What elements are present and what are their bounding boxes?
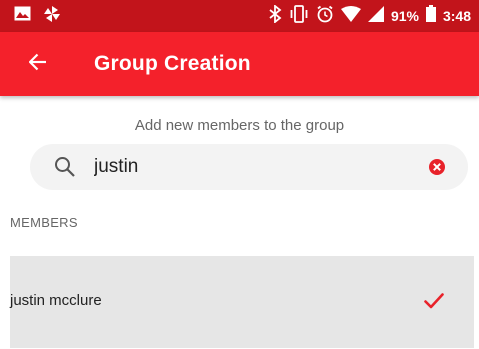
check-icon — [424, 292, 444, 310]
wifi-icon — [340, 5, 361, 27]
pinwheel-icon — [43, 5, 61, 28]
vibrate-icon — [289, 4, 309, 28]
back-button[interactable] — [22, 48, 54, 80]
status-bar-right: 91% 3:48 — [268, 3, 471, 28]
search-bar[interactable] — [30, 144, 468, 190]
clear-icon — [428, 159, 446, 180]
signal-icon — [367, 5, 384, 27]
page-title: Group Creation — [94, 52, 251, 75]
search-input[interactable] — [94, 152, 424, 182]
search-prompt: Add new members to the group — [134, 117, 345, 134]
alarm-icon — [316, 5, 334, 28]
back-arrow-icon — [28, 53, 47, 76]
search-icon — [54, 156, 76, 178]
clear-search-button[interactable] — [428, 158, 446, 176]
battery-percent: 91% — [390, 8, 419, 24]
members-header: MEMBERS — [10, 215, 78, 230]
bluetooth-icon — [268, 3, 282, 28]
member-name: justin mcclure — [10, 292, 102, 309]
member-row-justin-mcclure[interactable]: justin mcclure — [10, 256, 474, 348]
app-bar: Group Creation — [0, 32, 479, 96]
status-bar: 91% 3:48 — [0, 0, 479, 32]
status-time: 3:48 — [442, 8, 471, 24]
status-bar-left — [14, 5, 61, 28]
battery-icon — [425, 5, 436, 27]
image-icon — [14, 6, 31, 26]
